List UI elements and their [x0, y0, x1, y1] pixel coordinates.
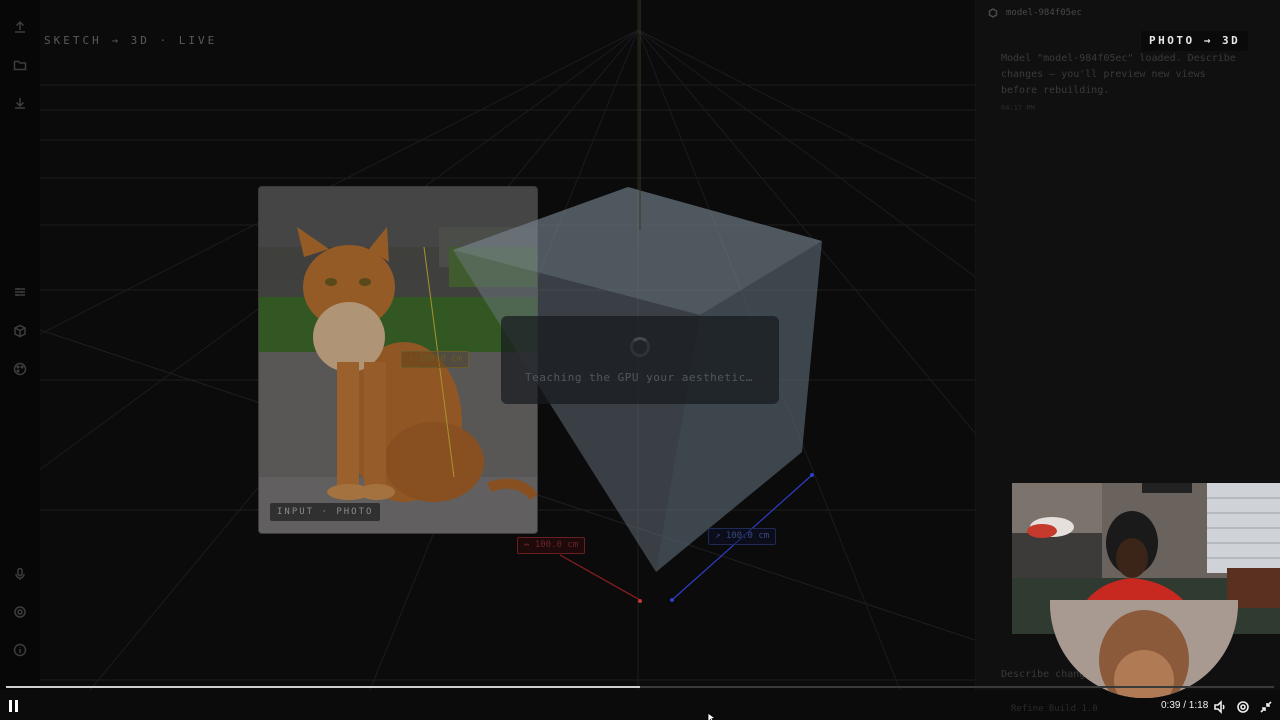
info-icon[interactable] [10, 640, 30, 660]
width-dimension-tag: ↔ 100.0 cm [517, 537, 586, 554]
message-timestamp: 04:17 PM [1001, 104, 1035, 112]
mouse-cursor-icon [707, 712, 717, 720]
video-progress-fill [6, 686, 640, 688]
fullscreen-exit-icon[interactable] [1259, 699, 1273, 713]
volume-icon[interactable] [1213, 699, 1227, 714]
folder-icon[interactable] [10, 55, 30, 75]
loading-overlay [501, 316, 779, 404]
settings-icon[interactable] [1236, 699, 1250, 713]
cube-icon [988, 8, 998, 18]
assistant-message: Model "model-984f05ec" loaded. Describe … [1001, 53, 1236, 96]
video-controls: 0:39 / 1:18 [0, 692, 1280, 720]
video-time: 0:39 / 1:18 [1161, 700, 1209, 711]
left-toolbar [0, 0, 40, 690]
app-title: SKETCH → 3D · LIVE [44, 34, 218, 47]
cube-icon[interactable] [10, 321, 30, 341]
microphone-icon[interactable] [10, 564, 30, 584]
sliders-icon[interactable] [10, 282, 30, 302]
palette-icon[interactable] [10, 359, 30, 379]
cat-photo [259, 187, 537, 533]
depth-dimension-tag: ↗ 100.0 cm [708, 528, 777, 545]
mode-badge: PHOTO → 3D [1141, 31, 1249, 51]
app-stage: SKETCH → 3D · LIVE INPUT · PHOTO ↑ 100.0… [0, 0, 1280, 720]
gear-icon[interactable] [10, 602, 30, 622]
input-photo-card[interactable] [258, 186, 538, 534]
height-dimension-tag: ↑ 100.0 cm [401, 351, 470, 368]
photo-label: INPUT · PHOTO [270, 503, 381, 521]
pause-button[interactable] [8, 700, 20, 712]
loading-spinner-icon [630, 337, 650, 357]
loading-text: Teaching the GPU your aesthetic… [525, 371, 753, 384]
download-icon[interactable] [10, 93, 30, 113]
panel-header: model-984f05ec [988, 8, 1082, 18]
upload-icon[interactable] [10, 17, 30, 37]
model-name: model-984f05ec [1006, 8, 1082, 18]
